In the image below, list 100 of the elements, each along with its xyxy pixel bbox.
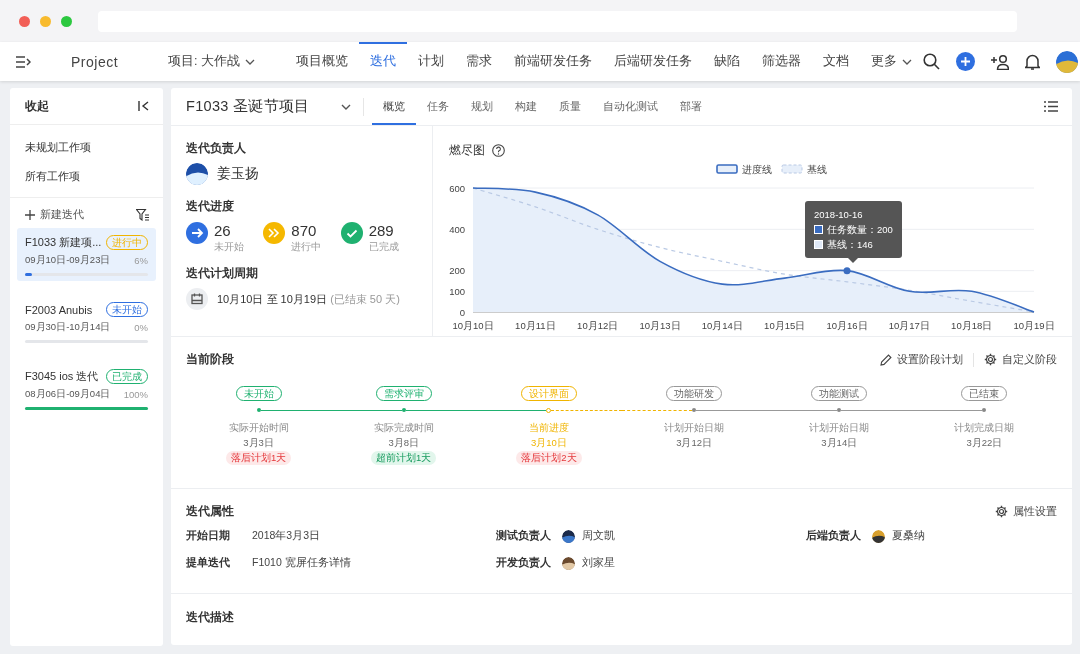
legend-label[interactable]: 进度线: [742, 163, 772, 175]
legend-label[interactable]: 基线: [807, 163, 827, 175]
stage-dot: [982, 408, 987, 412]
stage-date: 3月10日: [531, 436, 567, 450]
user-avatar[interactable]: [1056, 50, 1079, 73]
plus-icon: [25, 209, 35, 220]
settings-icon: [995, 505, 1008, 518]
data-point[interactable]: [843, 267, 851, 275]
section-title: 迭代描述: [186, 611, 234, 623]
section-tab[interactable]: 概览: [372, 88, 417, 125]
project-selector[interactable]: 项目: 大作战: [168, 53, 256, 70]
filter-icon[interactable]: [136, 208, 149, 221]
field-label: 开始日期: [186, 529, 231, 543]
help-icon: [492, 143, 505, 157]
stage-caption: 当前进度: [528, 421, 569, 435]
field-value: 夏桑纳: [892, 529, 925, 543]
progress-percent: 6%: [134, 255, 148, 266]
axis-label: 10月11日: [515, 320, 556, 331]
iteration-title: F1033 圣诞节项目: [186, 97, 310, 116]
stage-dot: [837, 408, 842, 412]
axis-label: 10月18日: [951, 320, 993, 331]
axis-label: 10月10日: [452, 320, 494, 331]
nav-tab[interactable]: 前端研发任务: [503, 42, 604, 81]
axis-label: 100: [449, 285, 465, 297]
stage-caption: 计划完成日期: [954, 421, 1015, 435]
legend-swatch[interactable]: [781, 164, 803, 174]
person-avatar: [562, 529, 575, 543]
field-value: 周文凯: [582, 529, 615, 543]
bell-icon[interactable]: [1025, 53, 1041, 70]
search-icon[interactable]: [923, 53, 941, 70]
period-note: (已结束 50 天): [330, 292, 400, 305]
collapse-icon[interactable]: [138, 101, 149, 111]
count-value: 26: [214, 222, 232, 240]
owner-name: 姜玉扬: [217, 165, 259, 183]
nav-tab[interactable]: 项目概览: [285, 42, 360, 81]
axis-label: 10月16日: [826, 320, 868, 331]
settings-icon: [984, 353, 997, 366]
iteration-item[interactable]: F3045 ios 迭代 已完成 08月06日-09月04日 100%: [17, 362, 156, 415]
section-title: 当前阶段: [186, 351, 234, 368]
section-tab[interactable]: 规划: [460, 88, 505, 125]
pencil-icon: [880, 353, 892, 366]
add-icon[interactable]: [956, 52, 976, 71]
axis-label: 600: [449, 182, 465, 194]
field-label: 迭代进度: [186, 200, 234, 212]
stage-date: 3月3日: [243, 436, 274, 450]
count-value: 870: [291, 222, 318, 240]
section-tab[interactable]: 自动化测试: [592, 88, 670, 125]
axis-label: 10月12日: [577, 320, 619, 331]
progress-percent: 0%: [134, 322, 148, 333]
nav-tab[interactable]: 需求: [455, 42, 504, 81]
axis-label: 200: [449, 265, 465, 277]
calendar-icon: [186, 288, 208, 310]
section-tab[interactable]: 部署: [669, 88, 714, 125]
schedule-tag: 超前计划1天: [371, 451, 437, 465]
stage-caption: 计划开始日期: [664, 421, 725, 435]
date-range: 08月06日-09月04日: [25, 388, 111, 401]
chevron-down-icon: [245, 58, 256, 65]
add-user-icon[interactable]: [991, 53, 1010, 70]
customize-button[interactable]: 自定义阶段: [984, 352, 1057, 367]
nav-tab[interactable]: 后端研发任务: [603, 42, 704, 81]
collapse-label[interactable]: 收起: [25, 97, 49, 115]
section-tab[interactable]: 任务: [416, 88, 461, 125]
person-avatar: [562, 556, 575, 570]
stage-caption: 实际开始时间: [228, 421, 289, 435]
iteration-name: F2003 Anubis: [25, 303, 93, 316]
nav-tab[interactable]: 迭代: [359, 42, 408, 81]
date-range: 09月30日-10月14日: [25, 321, 111, 334]
count-value: 289: [368, 222, 395, 240]
section-tab[interactable]: 质量: [548, 88, 593, 125]
axis-label: 0: [459, 306, 465, 318]
section-tab[interactable]: 构建: [504, 88, 549, 125]
legend-swatch[interactable]: [716, 164, 738, 174]
new-iteration-button[interactable]: 新建迭代: [25, 207, 84, 222]
schedule-tag: 落后计划2天: [516, 451, 582, 465]
stage-dot: [692, 408, 697, 412]
field-label: 迭代计划周期: [186, 267, 258, 279]
sidebar-link[interactable]: 所有工作项: [25, 162, 148, 191]
sidebar-link[interactable]: 未规划工作项: [25, 133, 148, 162]
chevron-down-icon: [902, 58, 913, 65]
progress-percent: 100%: [123, 389, 148, 400]
field-label: 测试负责人: [496, 529, 552, 543]
chart-title: 燃尽图: [449, 141, 485, 159]
more-menu[interactable]: 更多: [860, 42, 924, 81]
tooltip-value: 基线：146: [827, 237, 873, 252]
nav-tab[interactable]: 文档: [812, 42, 861, 81]
iteration-item[interactable]: F2003 Anubis 未开始 09月30日-10月14日 0%: [17, 295, 156, 348]
tooltip-date: 2018-10-16: [814, 207, 864, 222]
stage-caption: 实际完成时间: [373, 421, 434, 435]
field-label: 迭代负责人: [186, 142, 246, 154]
nav-tab[interactable]: 计划: [407, 42, 456, 81]
chevron-down-icon[interactable]: [341, 103, 352, 110]
nav-tab[interactable]: 缺陷: [703, 42, 752, 81]
section-title: 迭代属性: [186, 504, 234, 519]
list-icon[interactable]: [1044, 101, 1058, 112]
set-plan-button[interactable]: 设置阶段计划: [880, 352, 963, 367]
attribute-settings-button[interactable]: 属性设置: [995, 504, 1057, 519]
iteration-item[interactable]: F1033 新建项... 进行中 09月10日-09月23日 6%: [17, 228, 156, 281]
nav-tab[interactable]: 筛选器: [751, 42, 813, 81]
axis-label: 10月19日: [1013, 320, 1055, 331]
window-control-icon[interactable]: [19, 15, 30, 27]
